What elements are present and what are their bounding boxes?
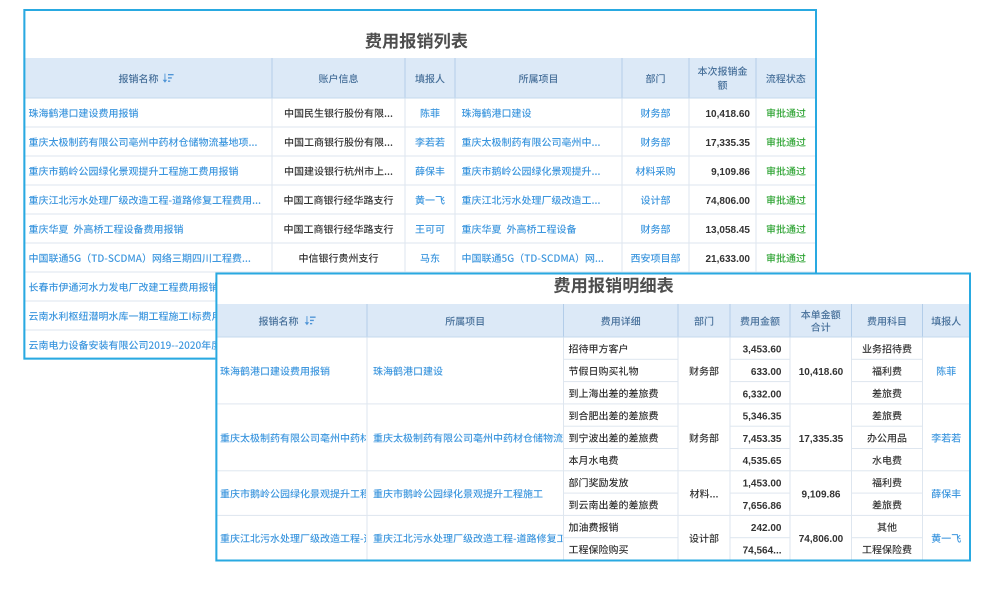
svg-text:9,109.86: 9,109.86 — [711, 167, 750, 178]
svg-text:74,806.00: 74,806.00 — [799, 534, 844, 545]
svg-text:13,058.45: 13,058.45 — [706, 225, 751, 236]
svg-text:10,418.60: 10,418.60 — [706, 109, 751, 120]
svg-text:21,633.00: 21,633.00 — [706, 254, 751, 265]
svg-text:633.00: 633.00 — [751, 367, 782, 378]
svg-text:17,335.35: 17,335.35 — [706, 138, 751, 149]
svg-text:9,109.86: 9,109.86 — [802, 490, 841, 501]
svg-text:6,332.00: 6,332.00 — [743, 389, 782, 400]
svg-text:74,564...: 74,564... — [743, 545, 782, 556]
svg-text:7,656.86: 7,656.86 — [743, 501, 782, 512]
svg-text:242.00: 242.00 — [751, 523, 782, 534]
svg-text:74,806.00: 74,806.00 — [706, 196, 751, 207]
svg-text:1,453.00: 1,453.00 — [743, 478, 782, 489]
svg-text:4,535.65: 4,535.65 — [743, 456, 782, 467]
svg-text:3,453.60: 3,453.60 — [743, 345, 782, 356]
svg-text:5,346.35: 5,346.35 — [743, 412, 782, 423]
svg-text:10,418.60: 10,418.60 — [799, 367, 844, 378]
svg-text:7,453.35: 7,453.35 — [743, 434, 782, 445]
svg-text:17,335.35: 17,335.35 — [799, 434, 844, 445]
